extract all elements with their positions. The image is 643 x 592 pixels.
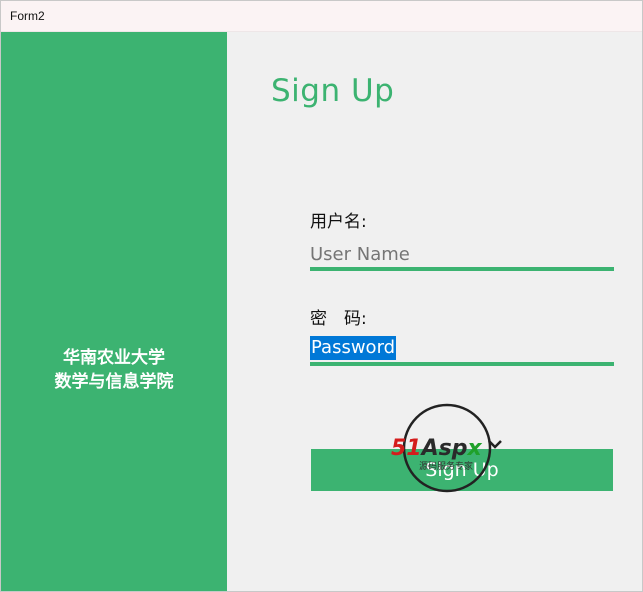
sign-up-button[interactable]: Sign Up (311, 449, 613, 491)
password-label: 密 码: (310, 309, 367, 329)
watermark-arrow (488, 440, 502, 449)
window-title: Form2 (10, 9, 45, 23)
password-selected-text: Password (310, 336, 397, 360)
title-bar[interactable]: Form2 (1, 1, 642, 32)
username-underline (310, 267, 614, 271)
school-name-line2: 数学与信息学院 (54, 372, 174, 392)
school-name-line1: 华南农业大学 (63, 348, 165, 368)
username-input[interactable] (310, 241, 614, 267)
username-label: 用户名: (310, 212, 367, 232)
sidebar-panel: 华南农业大学 数学与信息学院 (1, 32, 227, 591)
password-input[interactable]: Password (310, 336, 614, 362)
password-underline (310, 362, 614, 366)
page-title: Sign Up (271, 73, 395, 109)
form2-window: Form2 华南农业大学 数学与信息学院 Sign Up 用户名: 密 码: P… (0, 0, 643, 592)
